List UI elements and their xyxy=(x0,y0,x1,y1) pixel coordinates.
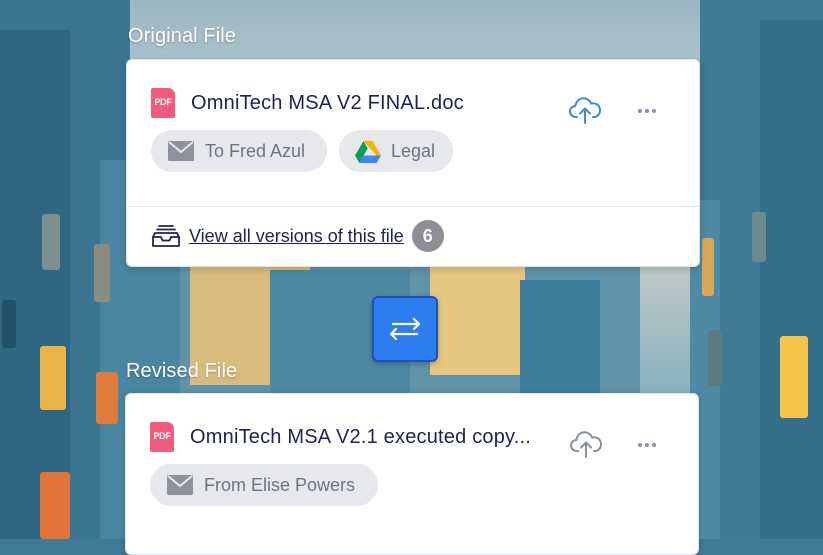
revised-file-name[interactable]: OmniTech MSA V2.1 executed copy... xyxy=(190,426,531,449)
chip-label: To Fred Azul xyxy=(205,140,306,161)
original-file-row[interactable]: PDF OmniTech MSA V2 FINAL.doc xyxy=(151,86,464,120)
revised-file-label: Revised File xyxy=(126,360,238,382)
pdf-icon: PDF xyxy=(151,88,175,118)
original-file-card: PDF OmniTech MSA V2 FINAL.doc To Fred Az… xyxy=(126,59,700,267)
revised-file-card: PDF OmniTech MSA V2.1 executed copy... F… xyxy=(125,393,699,555)
more-horizontal-icon[interactable] xyxy=(632,435,662,455)
chip-label: Legal xyxy=(391,140,436,161)
chip-drive-folder[interactable]: Legal xyxy=(339,130,453,172)
inbox-versions-icon xyxy=(151,224,181,248)
cloud-upload-icon[interactable] xyxy=(569,428,603,462)
view-all-versions-link[interactable]: View all versions of this file xyxy=(189,226,404,247)
chip-label: From Elise Powers xyxy=(204,474,356,495)
mail-icon xyxy=(167,140,195,162)
swap-files-button[interactable] xyxy=(372,296,438,362)
more-horizontal-icon[interactable] xyxy=(632,101,662,121)
versions-count-badge: 6 xyxy=(411,220,444,252)
chip-from-sender[interactable]: From Elise Powers xyxy=(150,464,378,506)
google-drive-icon xyxy=(355,140,381,163)
chip-to-recipient[interactable]: To Fred Azul xyxy=(151,130,327,172)
mail-icon xyxy=(166,474,194,496)
pdf-icon: PDF xyxy=(150,422,174,452)
card-divider xyxy=(127,206,699,207)
original-file-name[interactable]: OmniTech MSA V2 FINAL.doc xyxy=(191,92,464,115)
versions-row: View all versions of this file 6 xyxy=(151,219,444,253)
original-file-label: Original File xyxy=(128,25,236,47)
swap-arrows-icon xyxy=(387,316,423,342)
cloud-upload-icon[interactable] xyxy=(568,94,602,128)
revised-file-row[interactable]: PDF OmniTech MSA V2.1 executed copy... xyxy=(150,420,531,454)
